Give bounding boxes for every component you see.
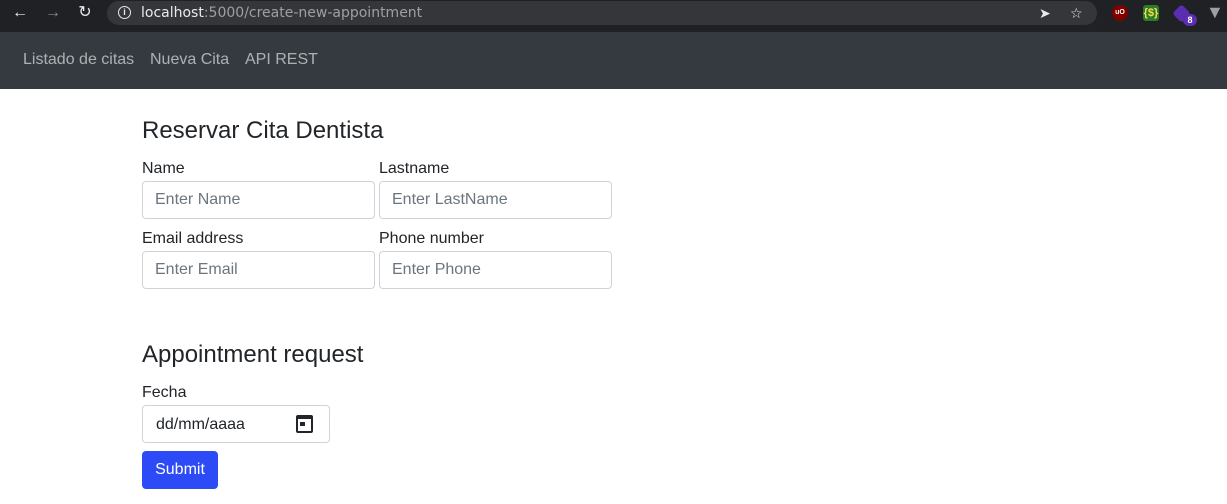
ublock-extension-icon[interactable]: uO <box>1112 5 1128 21</box>
browser-toolbar: ← → ↻ i localhost:5000/create-new-appoin… <box>0 0 1227 26</box>
email-input[interactable] <box>142 251 375 289</box>
nav-link-nueva-cita[interactable]: Nueva Cita <box>150 50 229 70</box>
send-icon[interactable]: ➤ <box>1039 4 1051 22</box>
phone-input[interactable] <box>379 251 612 289</box>
lastname-input[interactable] <box>379 181 612 219</box>
address-bar[interactable]: i localhost:5000/create-new-appointment … <box>107 1 1097 25</box>
phone-label: Phone number <box>379 230 484 247</box>
info-icon[interactable]: i <box>118 6 131 19</box>
url-text[interactable]: localhost:5000/create-new-appointment <box>141 5 422 21</box>
name-label: Name <box>142 160 185 177</box>
email-label: Email address <box>142 230 244 247</box>
browser-menu-icon[interactable]: ▼ <box>1206 2 1224 22</box>
star-icon[interactable]: ☆ <box>1070 4 1083 22</box>
date-value: dd/mm/aaaa <box>156 416 245 433</box>
lastname-label: Lastname <box>379 160 450 177</box>
appointment-title: Appointment request <box>142 341 364 368</box>
back-arrow-icon[interactable]: ← <box>10 3 30 23</box>
date-label: Fecha <box>142 384 187 401</box>
reload-icon[interactable]: ↻ <box>75 3 95 23</box>
nav-link-api-rest[interactable]: API REST <box>245 50 318 70</box>
url-host: localhost <box>141 5 204 21</box>
extension-badge: 8 <box>1183 14 1197 26</box>
date-input[interactable]: dd/mm/aaaa <box>142 405 330 443</box>
nav-link-listado[interactable]: Listado de citas <box>23 50 134 70</box>
page-title: Reservar Cita Dentista <box>142 117 384 144</box>
name-input[interactable] <box>142 181 375 219</box>
forward-arrow-icon[interactable]: → <box>43 3 63 23</box>
url-path: :5000/create-new-appointment <box>203 5 423 21</box>
submit-button[interactable]: Submit <box>142 451 218 489</box>
calendar-icon[interactable] <box>296 415 313 433</box>
json-extension-icon[interactable]: {$} <box>1143 5 1159 21</box>
